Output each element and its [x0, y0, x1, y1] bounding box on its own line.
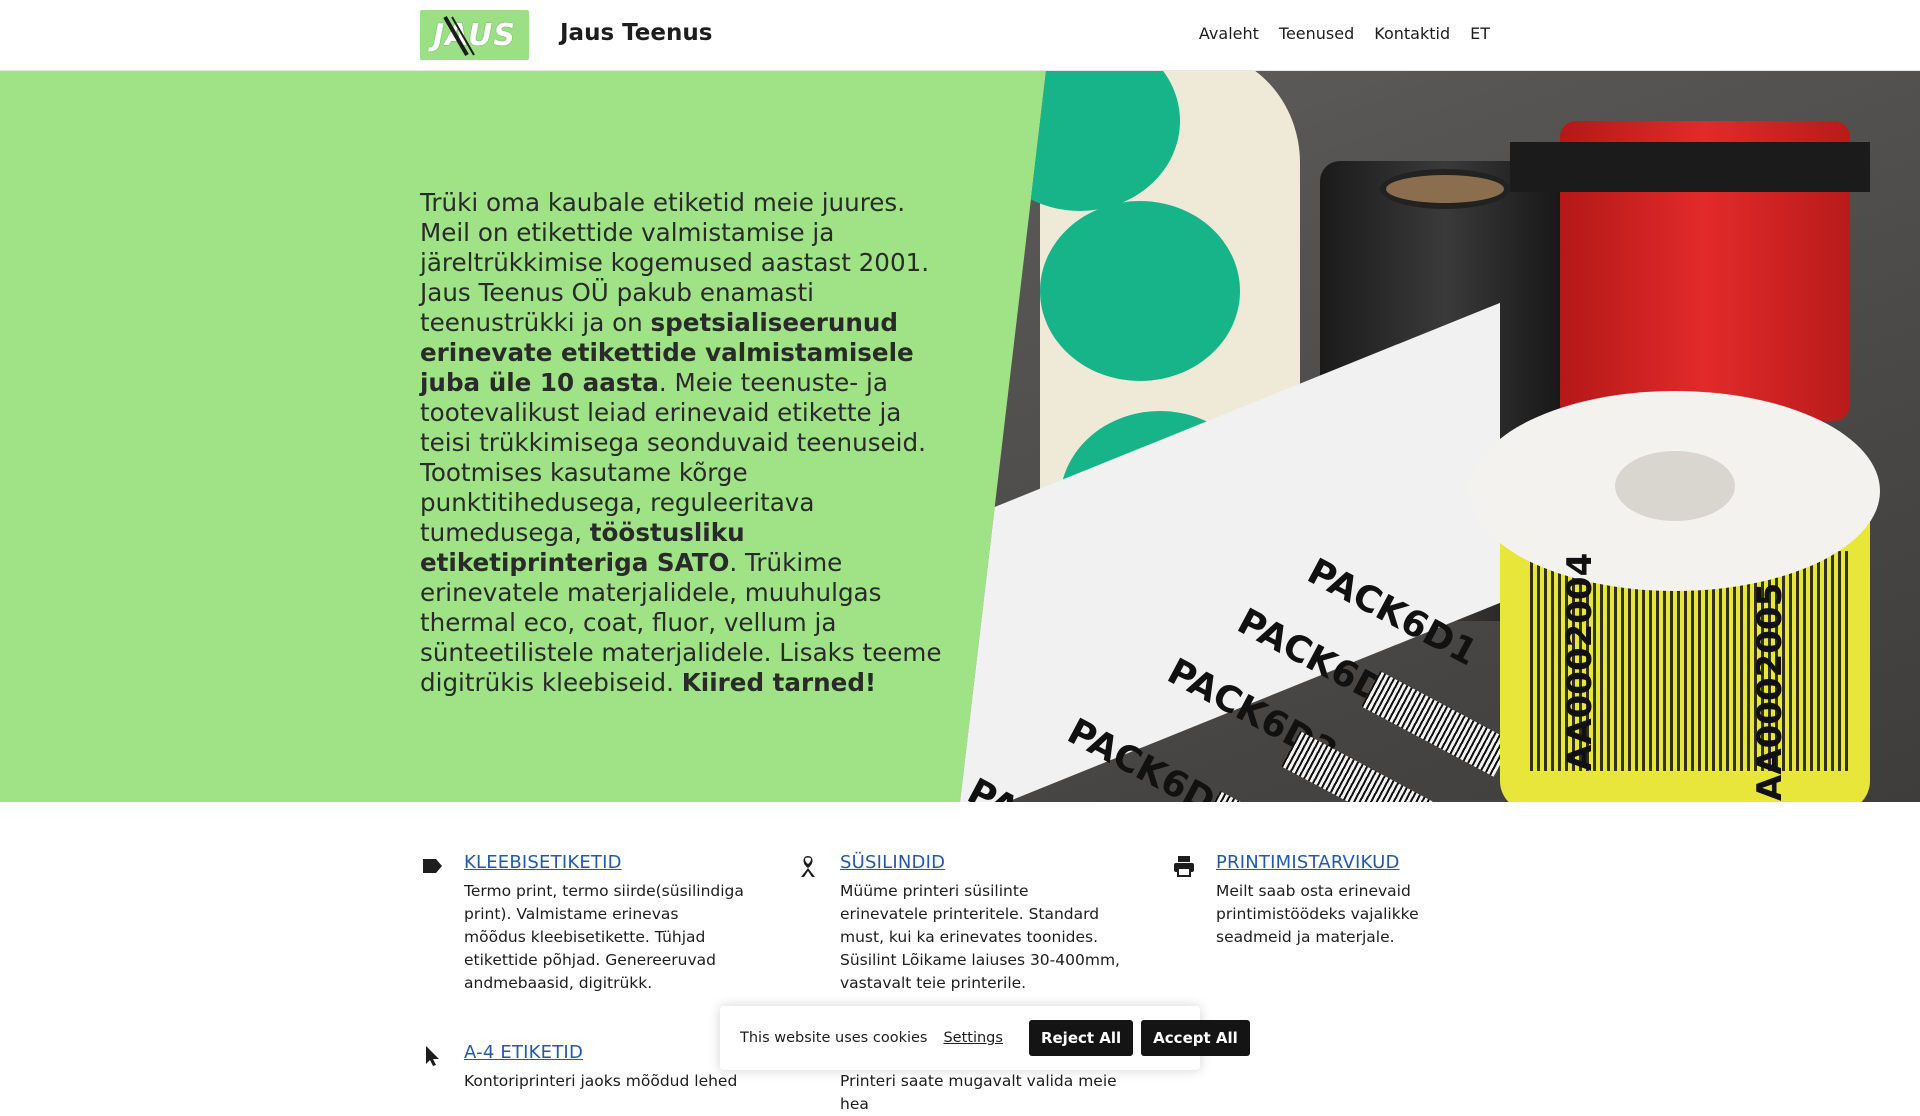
cookie-settings-link[interactable]: Settings — [943, 1030, 1002, 1046]
cursor-icon — [420, 1044, 444, 1068]
hero-section: PACK6D1 PACK6D2 PACK6D3 PACK6D4 PACK6D5 … — [0, 71, 1920, 802]
nav-item-avaleht[interactable]: Avaleht — [1199, 24, 1259, 43]
service-title-a4-etiketid[interactable]: A-4 ETIKETID — [464, 1042, 583, 1063]
hero-intro-text: Trüki oma kaubale etiketid meie juures. … — [420, 188, 955, 698]
service-desc: Termo print, termo siirde(süsilindiga pr… — [464, 882, 744, 992]
ribbon-icon — [796, 854, 820, 878]
accept-all-button[interactable]: Accept All — [1141, 1020, 1250, 1056]
site-header: JAUS Jaus Teenus Avaleht Teenused Kontak… — [0, 0, 1920, 71]
barcode — [1281, 731, 1433, 802]
cookie-message: This website uses cookies — [740, 1030, 928, 1046]
nav-item-teenused[interactable]: Teenused — [1279, 24, 1354, 43]
service-title-printimistarvikud[interactable]: PRINTIMISTARVIKUD — [1216, 852, 1400, 873]
service-desc: Meilt saab osta erinevaid printimistööde… — [1216, 882, 1419, 946]
service-desc: Kontoriprinteri jaoks mõõdud lehed — [464, 1072, 738, 1090]
service-desc: Müüme printeri süsilinte erinevatele pri… — [840, 882, 1120, 992]
yellow-barcode-label-roll — [1470, 391, 1880, 802]
hero-text-bold: Kiired tarned! — [681, 668, 877, 697]
printer-icon — [1172, 854, 1196, 878]
hero-photo-labels-rolls: PACK6D1 PACK6D2 PACK6D3 PACK6D4 PACK6D5 … — [960, 71, 1920, 802]
ribbon-core — [1380, 169, 1510, 209]
service-title-kleebisetiketid[interactable]: KLEEBISETIKETID — [464, 852, 622, 873]
site-logo[interactable]: JAUS — [420, 10, 529, 60]
nav-item-kontaktid[interactable]: Kontaktid — [1374, 24, 1450, 43]
reject-all-button[interactable]: Reject All — [1028, 1020, 1134, 1056]
green-dot — [1040, 201, 1240, 381]
brand-title[interactable]: Jaus Teenus — [560, 20, 712, 46]
label-aa0002004: AA0002004 — [1560, 552, 1600, 771]
green-dot — [980, 71, 1180, 211]
label-aa0002005: AA0002005 — [1750, 582, 1790, 801]
main-nav: Avaleht Teenused Kontaktid ET — [1199, 24, 1490, 43]
language-switcher[interactable]: ET — [1470, 24, 1490, 43]
cookie-consent-bar: This website uses cookies Settings Rejec… — [720, 1006, 1250, 1070]
service-desc: Printeri saate mugavalt valida meie hea — [840, 1072, 1117, 1113]
tag-icon — [420, 854, 444, 878]
dark-roll-top — [1510, 142, 1870, 192]
yellow-roll-core — [1615, 451, 1735, 521]
service-title-susilindid[interactable]: SÜSILINDID — [840, 852, 945, 873]
